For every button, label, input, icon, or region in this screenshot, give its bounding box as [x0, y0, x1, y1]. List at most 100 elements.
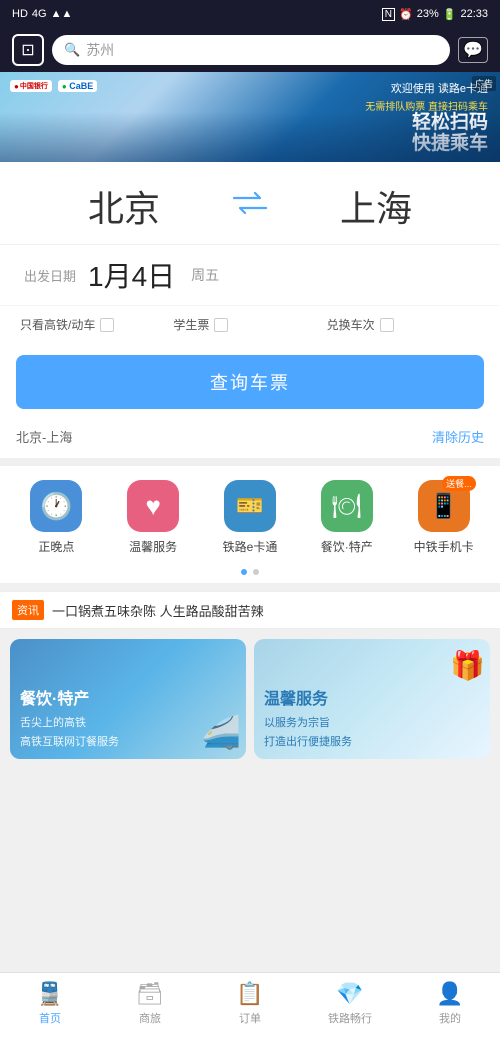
option-student-label: 学生票 [173, 316, 209, 333]
option-exchange-label: 兑换车次 [327, 316, 375, 333]
nav-home[interactable]: 🚆 首页 [0, 981, 100, 1026]
simcard-badge: 送餐... [442, 476, 476, 491]
date-value: 1月4日 [88, 255, 175, 295]
gift-decoration: 🎁 [450, 649, 485, 682]
ecard-label: 铁路e卡通 [223, 538, 278, 555]
status-left: HD 4G ▲▲ [12, 8, 72, 20]
option-exchange[interactable]: 兑换车次 [327, 316, 480, 333]
nav-home-icon: 🚆 [36, 981, 63, 1007]
option-high-speed-label: 只看高铁/动车 [20, 316, 95, 333]
search-placeholder: 苏州 [86, 40, 114, 60]
arrival-city[interactable]: 上海 [272, 180, 480, 232]
dot-1 [241, 569, 247, 575]
promo-card-service[interactable]: 温馨服务 以服务为宗旨 打造出行便捷服务 🎁 [254, 639, 490, 759]
train-decoration: 🚄 [201, 713, 241, 751]
ad-label: 广告 [472, 76, 496, 91]
promo-service-subtitle2: 打造出行便捷服务 [264, 733, 480, 749]
ecard-icon: 🎫 [236, 493, 263, 519]
battery-level: 23% [417, 8, 439, 20]
option-high-speed-checkbox[interactable] [100, 318, 114, 332]
history-recent[interactable]: 北京-上海 [16, 427, 72, 446]
service-icons-section: 🕐 正晚点 ♥ 温馨服务 🎫 铁路e卡通 🍽 餐饮·特产 📱 送餐... 中铁手… [0, 466, 500, 565]
service-simcard[interactable]: 📱 送餐... 中铁手机卡 [404, 480, 484, 555]
cabe-logo: ● CaBE [58, 80, 97, 92]
signal-strength: 4G [32, 8, 47, 20]
search-magnifier-icon: 🔍 [64, 42, 80, 58]
nav-rail-travel[interactable]: 💎 铁路畅行 [300, 981, 400, 1026]
nav-orders[interactable]: 📋 订单 [200, 981, 300, 1026]
banner-ad[interactable]: ● 中国银行 ● CaBE 欢迎使用 读路e卡通 无需排队购票 直接扫码乘车 轻… [0, 72, 500, 162]
simcard-label: 中铁手机卡 [414, 538, 474, 555]
departure-city[interactable]: 北京 [20, 180, 228, 232]
chat-icon[interactable]: 💬 [458, 37, 488, 63]
promo-card-food[interactable]: 餐饮·特产 舌尖上的高铁 高铁互联网订餐服务 🚄 [10, 639, 246, 759]
history-row: 北京-上海 清除历史 [0, 421, 500, 458]
swap-button[interactable] [228, 184, 272, 228]
warm-icon: ♥ [145, 491, 160, 522]
food-icon-circle: 🍽 [321, 480, 373, 532]
option-exchange-checkbox[interactable] [380, 318, 394, 332]
promo-service-subtitle1: 以服务为宗旨 [264, 714, 480, 730]
option-student[interactable]: 学生票 [173, 316, 326, 333]
nfc-icon: N [382, 8, 395, 21]
news-banner[interactable]: 资讯 一口锅煮五味杂陈 人生路品酸甜苦辣 [0, 591, 500, 629]
banner-no-queue: 无需排队购票 直接扫码乘车 [365, 98, 488, 113]
scan-icon[interactable]: ⊡ [12, 34, 44, 66]
nav-rail-travel-label: 铁路畅行 [328, 1010, 372, 1026]
city-silhouette [0, 112, 500, 162]
status-bar: HD 4G ▲▲ N ⏰ 23% 🔋 22:33 [0, 0, 500, 28]
ecard-icon-circle: 🎫 [224, 480, 276, 532]
warm-label: 温馨服务 [129, 538, 177, 555]
search-button-wrap: 查询车票 [0, 343, 500, 421]
top-search-bar: ⊡ 🔍 苏州 💬 [0, 28, 500, 72]
service-delay[interactable]: 🕐 正晚点 [16, 480, 96, 555]
news-tag: 资讯 [12, 600, 44, 620]
option-high-speed[interactable]: 只看高铁/动车 [20, 316, 173, 333]
delay-icon: 🕐 [40, 491, 72, 522]
nav-business-icon: 🗃 [136, 981, 164, 1007]
options-row: 只看高铁/动车 学生票 兑换车次 [0, 305, 500, 343]
option-student-checkbox[interactable] [214, 318, 228, 332]
promo-food-title: 餐饮·特产 [20, 690, 236, 711]
nav-profile-label: 我的 [439, 1010, 461, 1026]
battery-icon: 🔋 [443, 8, 457, 21]
network-type: HD [12, 8, 28, 20]
nav-orders-icon: 📋 [236, 981, 263, 1007]
wifi-icon: ▲▲ [51, 8, 73, 20]
promo-cards-section: 餐饮·特产 舌尖上的高铁 高铁互联网订餐服务 🚄 温馨服务 以服务为宗旨 打造出… [0, 629, 500, 769]
service-warm[interactable]: ♥ 温馨服务 [113, 480, 193, 555]
nav-orders-label: 订单 [239, 1010, 261, 1026]
clear-history-button[interactable]: 清除历史 [432, 427, 484, 446]
simcard-icon-circle: 📱 送餐... [418, 480, 470, 532]
search-input-container[interactable]: 🔍 苏州 [52, 35, 450, 65]
search-ticket-button[interactable]: 查询车票 [16, 355, 484, 409]
nav-business-label: 商旅 [139, 1010, 161, 1026]
dot-2 [253, 569, 259, 575]
banner-logos: ● 中国银行 ● CaBE [10, 80, 97, 92]
main-booking-card: 北京 上海 出发日期 1月4日 周五 只看高铁/动车 学生票 兑换车次 [0, 162, 500, 458]
date-selector[interactable]: 出发日期 1月4日 周五 [0, 244, 500, 305]
nav-business[interactable]: 🗃 商旅 [100, 981, 200, 1026]
nav-profile-icon: 👤 [436, 981, 463, 1007]
date-label: 出发日期 [24, 266, 76, 285]
simcard-icon: 📱 [429, 492, 459, 521]
banner-welcome: 欢迎使用 读路e卡通 [365, 80, 488, 96]
page-dots [0, 565, 500, 583]
alarm-icon: ⏰ [399, 8, 413, 21]
swap-arrows-icon [232, 192, 268, 221]
food-icon: 🍽 [332, 492, 362, 521]
promo-service-title: 温馨服务 [264, 690, 480, 711]
date-weekday: 周五 [191, 265, 219, 285]
city-selector: 北京 上海 [0, 162, 500, 244]
warm-icon-circle: ♥ [127, 480, 179, 532]
nav-profile[interactable]: 👤 我的 [400, 981, 500, 1026]
delay-icon-circle: 🕐 [30, 480, 82, 532]
delay-label: 正晚点 [38, 538, 74, 555]
clock: 22:33 [460, 8, 488, 20]
food-label: 餐饮·特产 [321, 538, 373, 555]
service-ecard[interactable]: 🎫 铁路e卡通 [210, 480, 290, 555]
status-right: N ⏰ 23% 🔋 22:33 [382, 8, 488, 21]
bottom-navigation: 🚆 首页 🗃 商旅 📋 订单 💎 铁路畅行 👤 我的 [0, 972, 500, 1038]
service-food[interactable]: 🍽 餐饮·特产 [307, 480, 387, 555]
nav-home-label: 首页 [39, 1010, 61, 1026]
